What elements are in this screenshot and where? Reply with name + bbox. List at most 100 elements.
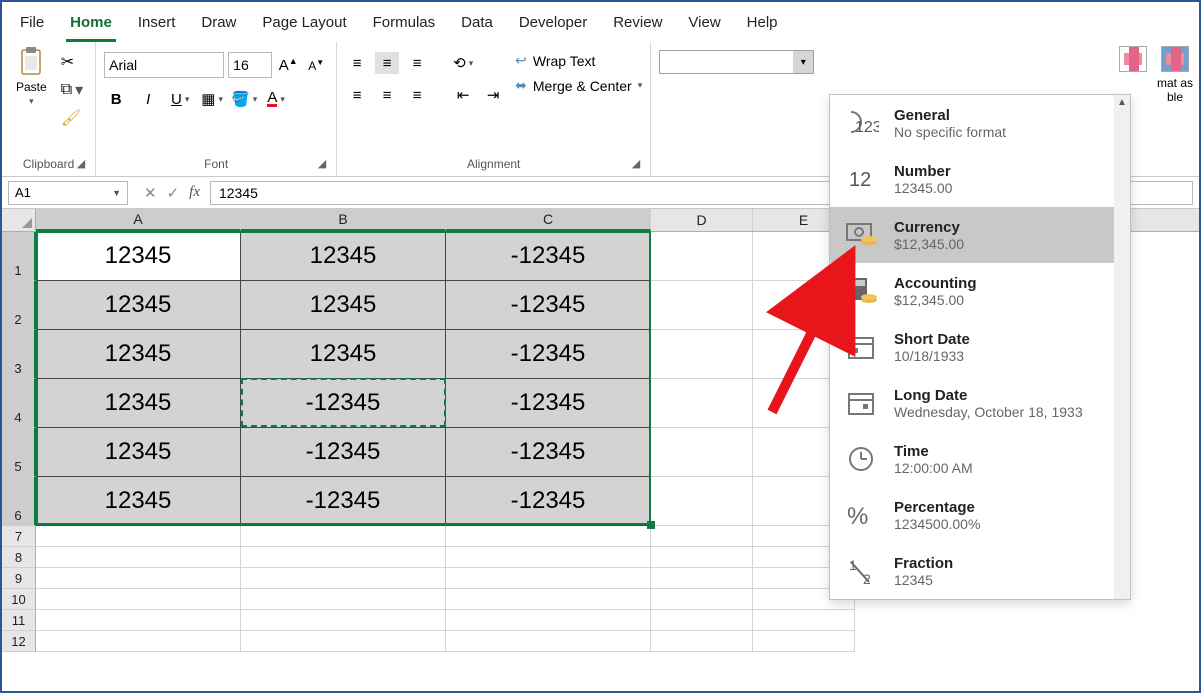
format-option-accounting[interactable]: Accounting $12,345.00 <box>830 263 1130 319</box>
row-header[interactable]: 5 <box>2 428 36 477</box>
row-header[interactable]: 11 <box>2 610 36 631</box>
row-header[interactable]: 1 <box>2 232 36 281</box>
cell[interactable]: -12345 <box>241 379 446 428</box>
cell[interactable]: 12345 <box>36 232 241 281</box>
cell[interactable]: 12345 <box>241 232 446 281</box>
row-header[interactable]: 4 <box>2 379 36 428</box>
tab-help[interactable]: Help <box>743 10 782 42</box>
paste-button[interactable]: Paste ▾ <box>10 46 53 107</box>
fx-icon[interactable]: fx <box>189 184 200 201</box>
cell[interactable] <box>651 428 753 477</box>
cell[interactable]: 12345 <box>241 330 446 379</box>
decrease-indent-button[interactable]: ⇤ <box>451 84 475 106</box>
cell[interactable]: -12345 <box>446 477 651 526</box>
format-as-table-button[interactable]: mat as ble <box>1157 42 1193 104</box>
cell[interactable] <box>446 568 651 589</box>
format-option-shortdate[interactable]: Short Date10/18/1933 <box>830 319 1130 375</box>
cell[interactable] <box>36 526 241 547</box>
cell[interactable]: 12345 <box>36 428 241 477</box>
fill-color-button[interactable]: 🪣▾ <box>232 88 256 110</box>
align-bottom-button[interactable]: ≡ <box>405 52 429 74</box>
dialog-launcher-icon[interactable]: ◢ <box>318 157 326 170</box>
tab-formulas[interactable]: Formulas <box>369 10 440 42</box>
underline-button[interactable]: U▾ <box>168 88 192 110</box>
cell[interactable] <box>446 526 651 547</box>
cell[interactable] <box>446 631 651 652</box>
decrease-font-button[interactable]: A▼ <box>304 54 328 76</box>
tab-view[interactable]: View <box>684 10 724 42</box>
cell[interactable]: 12345 <box>36 477 241 526</box>
row-header[interactable]: 2 <box>2 281 36 330</box>
column-header[interactable]: B <box>241 209 446 231</box>
cell[interactable] <box>36 547 241 568</box>
cell[interactable] <box>753 631 855 652</box>
cell[interactable] <box>651 526 753 547</box>
format-option-percentage[interactable]: %Percentage1234500.00% <box>830 487 1130 543</box>
wrap-text-button[interactable]: ↩Wrap Text <box>515 52 642 69</box>
cell[interactable] <box>651 610 753 631</box>
cell[interactable]: -12345 <box>241 428 446 477</box>
cell[interactable] <box>651 379 753 428</box>
column-header[interactable]: C <box>446 209 651 231</box>
format-option-time[interactable]: Time12:00:00 AM <box>830 431 1130 487</box>
chevron-down-icon[interactable]: ▾ <box>793 51 813 73</box>
cell[interactable] <box>651 232 753 281</box>
font-color-button[interactable]: A▾ <box>264 88 288 110</box>
row-header[interactable]: 8 <box>2 547 36 568</box>
cell[interactable]: -12345 <box>446 428 651 477</box>
cell[interactable] <box>446 610 651 631</box>
tab-home[interactable]: Home <box>66 10 116 42</box>
cell[interactable] <box>36 568 241 589</box>
borders-button[interactable]: ▦▾ <box>200 88 224 110</box>
dialog-launcher-icon[interactable]: ◢ <box>632 157 640 170</box>
copy-button[interactable]: ⧉▾ <box>57 78 87 102</box>
bold-button[interactable]: B <box>104 88 128 110</box>
cell[interactable] <box>651 568 753 589</box>
cell[interactable]: -12345 <box>446 281 651 330</box>
row-header[interactable]: 7 <box>2 526 36 547</box>
cell[interactable]: 12345 <box>36 379 241 428</box>
cell[interactable]: -12345 <box>446 379 651 428</box>
italic-button[interactable]: I <box>136 88 160 110</box>
font-size-combo[interactable] <box>228 52 272 78</box>
tab-file[interactable]: File <box>16 10 48 42</box>
cut-button[interactable]: ✂ <box>57 50 87 74</box>
cell[interactable] <box>241 610 446 631</box>
format-option-currency[interactable]: Currency$12,345.00 <box>830 207 1130 263</box>
cell[interactable] <box>446 547 651 568</box>
align-right-button[interactable]: ≡ <box>405 84 429 106</box>
cell[interactable]: 12345 <box>36 281 241 330</box>
menu-scrollbar[interactable]: ▲ <box>1114 95 1130 599</box>
tab-developer[interactable]: Developer <box>515 10 591 42</box>
cell[interactable] <box>241 547 446 568</box>
scroll-up-icon[interactable]: ▲ <box>1115 95 1129 110</box>
column-header[interactable]: A <box>36 209 241 231</box>
cell[interactable] <box>753 610 855 631</box>
cell[interactable] <box>651 477 753 526</box>
cell[interactable]: 12345 <box>36 330 241 379</box>
merge-center-button[interactable]: ⬌Merge & Center▾ <box>515 77 642 94</box>
format-painter-button[interactable]: 🖌 <box>57 106 87 130</box>
cell[interactable] <box>36 610 241 631</box>
tab-insert[interactable]: Insert <box>134 10 180 42</box>
cell[interactable]: 12345 <box>241 281 446 330</box>
cell[interactable] <box>241 568 446 589</box>
row-header[interactable]: 6 <box>2 477 36 526</box>
format-option-general[interactable]: 123GeneralNo specific format <box>830 95 1130 151</box>
column-header[interactable]: D <box>651 209 753 231</box>
cell[interactable] <box>651 631 753 652</box>
cell[interactable] <box>446 589 651 610</box>
cell[interactable] <box>651 547 753 568</box>
conditional-formatting-button[interactable] <box>1119 42 1147 76</box>
name-box[interactable]: A1▼ <box>8 181 128 205</box>
orientation-button[interactable]: ⟲▾ <box>451 52 475 74</box>
increase-indent-button[interactable]: ⇥ <box>481 84 505 106</box>
align-left-button[interactable]: ≡ <box>345 84 369 106</box>
cell[interactable] <box>36 589 241 610</box>
cell[interactable]: -12345 <box>446 232 651 281</box>
align-top-button[interactable]: ≡ <box>345 52 369 74</box>
format-option-number[interactable]: 12Number12345.00 <box>830 151 1130 207</box>
row-header[interactable]: 9 <box>2 568 36 589</box>
cell[interactable]: -12345 <box>241 477 446 526</box>
cell[interactable] <box>651 589 753 610</box>
